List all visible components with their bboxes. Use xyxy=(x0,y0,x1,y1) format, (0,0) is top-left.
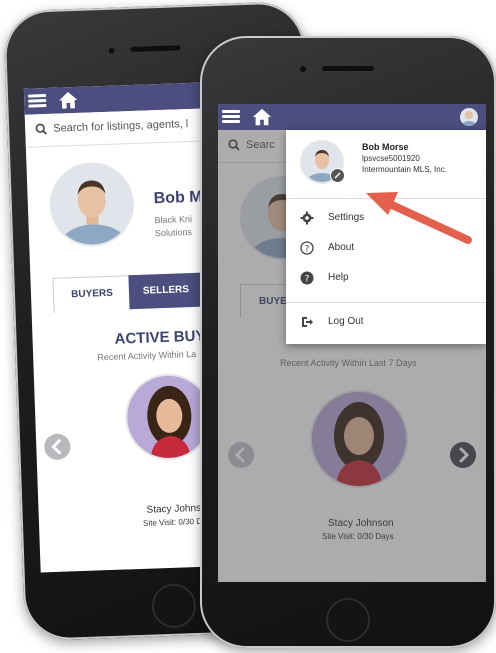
menu-item-label: About xyxy=(328,242,355,253)
back-phone-home-button xyxy=(151,583,197,629)
dropdown-divider xyxy=(286,302,486,303)
menu-item-label: Help xyxy=(328,272,349,283)
question-circle-icon: ? xyxy=(300,241,314,255)
menu-item-label: Log Out xyxy=(328,316,364,327)
dropdown-divider xyxy=(286,198,486,199)
menu-item-label: Settings xyxy=(328,212,365,223)
home-icon[interactable] xyxy=(251,106,273,128)
agent-company-line-1: Black Kni xyxy=(154,213,193,226)
camera-badge-icon[interactable] xyxy=(330,168,345,183)
svg-text:?: ? xyxy=(305,275,310,285)
search-icon xyxy=(35,123,48,135)
help-circle-icon: ? xyxy=(300,271,314,285)
home-icon[interactable] xyxy=(57,89,80,112)
user-dropdown-menu: Bob Morse lpsvcse5001920 Intermountain M… xyxy=(286,130,486,344)
gear-icon xyxy=(300,211,314,225)
dropdown-user-org: Intermountain MLS, Inc. xyxy=(362,165,447,174)
agent-company-line-2: Solutions xyxy=(154,226,193,239)
profile-avatar-icon[interactable] xyxy=(460,108,478,126)
front-phone-home-button xyxy=(326,598,370,642)
dropdown-user-name: Bob Morse xyxy=(362,142,409,152)
search-input[interactable]: Search for listings, agents, l xyxy=(53,118,188,135)
front-navbar xyxy=(218,104,486,130)
front-phone-speaker xyxy=(322,66,374,71)
previous-arrow-icon[interactable] xyxy=(43,433,71,461)
tab-buyers[interactable]: BUYERS xyxy=(52,275,132,313)
front-phone: Searc BUYE Recent Activity Within Last 7… xyxy=(200,36,496,648)
section-subtitle: Recent Activity Within La xyxy=(97,348,197,363)
svg-text:?: ? xyxy=(305,245,310,255)
menu-icon[interactable] xyxy=(28,92,47,111)
front-phone-camera xyxy=(300,66,306,72)
client-site-visit: Site Visit: 0/30 D xyxy=(142,516,203,528)
menu-item-help[interactable]: ? Help xyxy=(286,264,486,294)
dropdown-user-id: lpsvcse5001920 xyxy=(362,154,420,163)
menu-item-logout[interactable]: Log Out xyxy=(286,308,486,338)
menu-item-about[interactable]: ? About xyxy=(286,234,486,264)
agent-name: Bob M xyxy=(153,188,203,208)
menu-item-settings[interactable]: Settings xyxy=(286,204,486,234)
tab-sellers[interactable]: SELLERS xyxy=(128,272,204,310)
back-phone-camera xyxy=(108,47,115,54)
menu-icon[interactable] xyxy=(222,108,240,126)
front-phone-screen: Searc BUYE Recent Activity Within Last 7… xyxy=(218,104,486,582)
logout-icon xyxy=(302,317,313,327)
agent-avatar xyxy=(48,161,136,248)
client-name: Stacy Johnso xyxy=(146,502,207,516)
back-phone-speaker xyxy=(130,45,181,53)
